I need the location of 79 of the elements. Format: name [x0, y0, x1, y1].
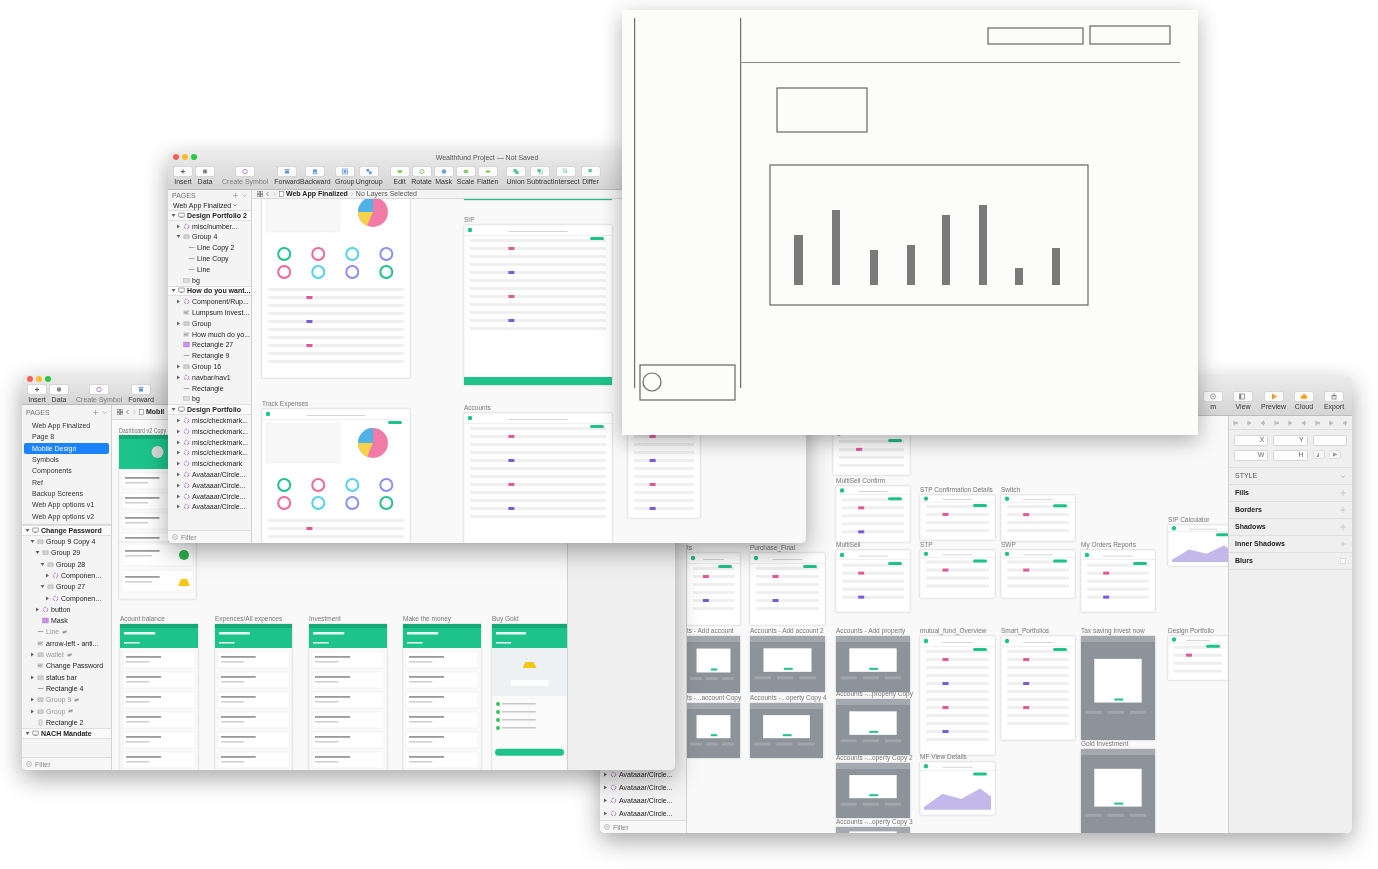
align-icon — [1314, 419, 1321, 426]
minimize-button[interactable] — [182, 154, 188, 160]
chevron-icon — [1340, 473, 1346, 479]
filter-icon — [604, 824, 610, 830]
grid-icon — [117, 409, 123, 415]
subtract-icon — [529, 165, 550, 177]
folder-icon — [37, 673, 44, 681]
close-button[interactable] — [173, 154, 179, 160]
mask-icon — [433, 165, 454, 177]
symbol-icon — [183, 373, 190, 381]
plus-icon — [27, 383, 47, 395]
data-icon — [49, 383, 69, 395]
union-icon — [505, 165, 526, 177]
zoom-button[interactable] — [45, 376, 51, 382]
forward-icon — [272, 191, 277, 197]
flatten-icon — [477, 165, 498, 177]
align-icon — [1232, 419, 1239, 426]
hidden-icon — [65, 651, 73, 658]
plus-icon — [93, 410, 98, 415]
folder-icon — [183, 319, 190, 327]
align-icon — [1287, 419, 1294, 426]
monitor-icon — [178, 211, 185, 219]
scale-icon — [455, 165, 476, 177]
folder-icon — [183, 233, 190, 241]
folder-icon — [37, 651, 44, 659]
folder-icon — [183, 363, 190, 371]
hidden-icon — [67, 708, 75, 715]
align-icon — [1260, 419, 1267, 426]
close-button[interactable] — [27, 376, 33, 382]
rotation-field[interactable] — [1312, 435, 1347, 446]
play-icon — [1263, 390, 1284, 402]
monitor-icon — [178, 406, 185, 414]
group-icon — [334, 165, 355, 177]
grid-icon — [257, 191, 263, 197]
hidden-icon — [61, 629, 69, 635]
share-icon — [1324, 390, 1344, 402]
checkbox-icon — [1340, 558, 1346, 564]
filter-icon — [172, 534, 178, 540]
backward-icon — [305, 165, 326, 177]
ungroup-icon — [359, 165, 380, 177]
align-icon — [1301, 419, 1308, 426]
align-icon — [1273, 419, 1280, 426]
folder-icon — [47, 583, 54, 591]
align-icon — [1342, 419, 1349, 426]
symbol-icon — [89, 383, 110, 395]
monitor-icon — [178, 287, 185, 295]
cloud-icon — [1294, 390, 1314, 402]
chevron-right-icon — [349, 191, 354, 197]
chevron-icon — [102, 410, 107, 415]
align-icon — [1328, 419, 1335, 426]
minimize-button[interactable] — [36, 376, 42, 382]
edit-icon — [389, 165, 410, 177]
back-icon — [265, 191, 270, 197]
difference-icon — [580, 165, 601, 177]
symbol-icon — [52, 572, 59, 579]
plus-icon — [173, 165, 193, 177]
rotate-icon — [411, 165, 432, 177]
zoom-button[interactable] — [191, 154, 197, 160]
symbol-icon — [235, 165, 256, 177]
document-icon — [139, 409, 144, 415]
forward-icon — [277, 165, 298, 177]
align-icon — [1246, 419, 1253, 426]
layout-icon — [1233, 390, 1254, 402]
flip-icon — [1312, 450, 1325, 459]
data-icon — [195, 165, 215, 177]
rectangle-icon — [42, 617, 49, 625]
intersect-icon — [556, 165, 577, 177]
symbol-icon — [183, 222, 190, 230]
monitor-icon — [32, 526, 39, 534]
plus-icon — [233, 192, 238, 198]
zoom-in-icon — [1203, 390, 1224, 402]
flip-icon — [1328, 450, 1341, 459]
phone-icon — [37, 718, 44, 726]
forward-icon — [131, 383, 152, 395]
symbol-icon — [183, 298, 190, 306]
filter-icon — [26, 761, 32, 767]
monitor-icon — [32, 730, 39, 738]
hidden-icon — [73, 696, 81, 703]
back-icon — [125, 409, 130, 415]
